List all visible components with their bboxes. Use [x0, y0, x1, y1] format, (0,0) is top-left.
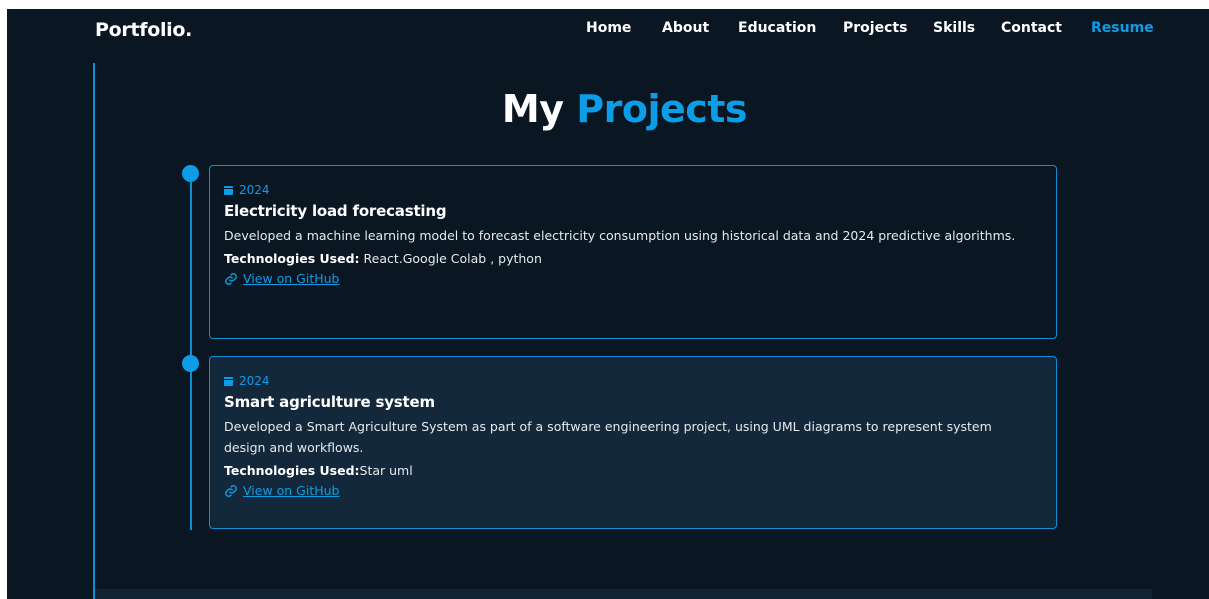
nav-skills[interactable]: Skills — [933, 20, 975, 36]
page-title-word-my: My — [501, 87, 564, 131]
technologies-value: React.Google Colab , python — [359, 251, 542, 266]
project-title: Smart agriculture system — [224, 393, 435, 411]
nav-resume[interactable]: Resume — [1091, 20, 1154, 36]
project-date-text: 2024 — [239, 183, 270, 197]
page-title: My Projects — [7, 87, 1209, 131]
github-link-text[interactable]: View on GitHub — [243, 483, 340, 498]
project-technologies: Technologies Used:Star uml — [224, 463, 1042, 478]
technologies-label: Technologies Used: — [224, 251, 360, 266]
page-window: Portfolio. Home About Education Projects… — [7, 9, 1209, 599]
project-date: 2024 — [224, 181, 1042, 199]
nav-projects[interactable]: Projects — [843, 20, 907, 36]
page-title-word-projects: Projects — [576, 87, 748, 131]
nav-about[interactable]: About — [662, 20, 709, 36]
main-nav: Home About Education Projects Skills Con… — [7, 20, 1154, 42]
link-icon — [225, 484, 237, 497]
github-link[interactable]: View on GitHub — [224, 271, 1042, 286]
timeline-dot — [182, 165, 199, 182]
calendar-icon — [224, 185, 233, 195]
github-link-text[interactable]: View on GitHub — [243, 271, 340, 286]
next-section-edge — [95, 589, 1152, 599]
calendar-icon — [224, 376, 233, 386]
project-date-text: 2024 — [239, 374, 270, 388]
technologies-value: Star uml — [359, 463, 413, 478]
technologies-label: Technologies Used: — [224, 463, 360, 478]
nav-home[interactable]: Home — [586, 20, 631, 36]
nav-education[interactable]: Education — [738, 20, 816, 36]
timeline-line — [190, 174, 192, 530]
page-side-line — [93, 63, 95, 599]
project-card-agriculture: 2024 Smart agriculture system Developed … — [209, 356, 1057, 529]
project-date: 2024 — [224, 372, 1042, 390]
project-title: Electricity load forecasting — [224, 202, 447, 220]
project-description: Developed a Smart Agriculture System as … — [224, 419, 992, 455]
project-card-electricity: 2024 Electricity load forecasting Develo… — [209, 165, 1057, 339]
link-icon — [225, 272, 237, 285]
project-description: Developed a machine learning model to fo… — [224, 228, 1016, 243]
project-technologies: Technologies Used: React.Google Colab , … — [224, 251, 1042, 266]
nav-contact[interactable]: Contact — [1001, 20, 1062, 36]
timeline-dot — [182, 355, 199, 372]
github-link[interactable]: View on GitHub — [224, 483, 1042, 498]
